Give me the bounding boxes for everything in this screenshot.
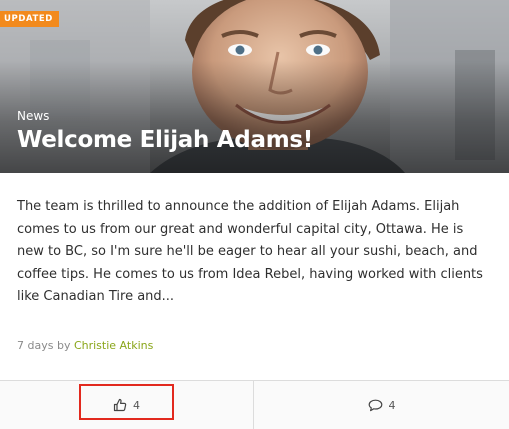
like-button[interactable]: 4	[0, 381, 254, 429]
thumbs-up-icon	[113, 398, 127, 412]
comment-count: 4	[388, 398, 396, 412]
like-count: 4	[133, 398, 140, 412]
post-excerpt: The team is thrilled to announce the add…	[17, 199, 483, 304]
post-timestamp: 7 days by	[17, 339, 71, 352]
post-title[interactable]: Welcome Elijah Adams!	[17, 127, 313, 153]
hero-image[interactable]: UPDATED News Welcome Elijah Adams!	[0, 0, 509, 173]
news-card: UPDATED News Welcome Elijah Adams! The t…	[0, 0, 509, 429]
author-link[interactable]: Christie Atkins	[74, 339, 153, 352]
speech-bubble-icon	[368, 399, 382, 411]
comment-button[interactable]: 4	[254, 381, 509, 429]
category-label[interactable]: News	[17, 109, 49, 123]
card-footer: 4 4	[0, 380, 509, 429]
updated-badge: UPDATED	[0, 11, 59, 27]
post-meta: 7 days by Christie Atkins	[17, 339, 153, 352]
